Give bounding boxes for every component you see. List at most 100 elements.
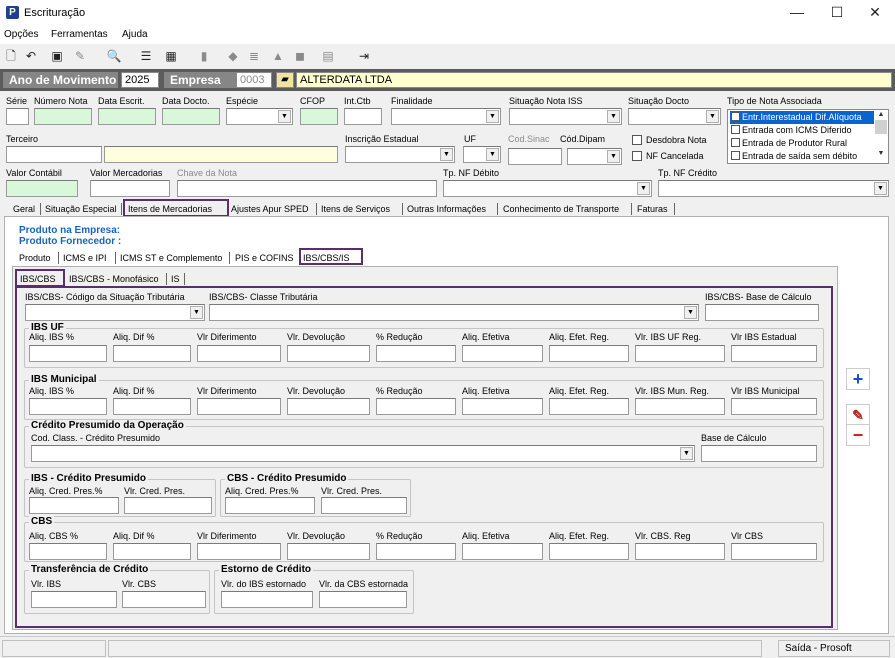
- cbs-field[interactable]: [113, 543, 191, 560]
- chave-field[interactable]: [177, 180, 437, 197]
- ibs-uf-field[interactable]: [635, 345, 725, 362]
- cbs-cred-field[interactable]: [321, 497, 407, 514]
- situacao-docto-select[interactable]: ▼: [628, 108, 721, 125]
- cart-icon[interactable]: ▲: [270, 48, 286, 64]
- subtab-pis-cofins[interactable]: PIS e COFINS: [235, 252, 294, 264]
- ibs-mun-field[interactable]: [197, 398, 281, 415]
- inscricao-select[interactable]: ▼: [345, 146, 455, 163]
- cbs-field[interactable]: [549, 543, 629, 560]
- checkbox[interactable]: [731, 125, 740, 135]
- tipo-nota-listbox[interactable]: Entr.Interestadual Dif.Alíquota Entrada …: [727, 109, 889, 164]
- innertab-monofasico[interactable]: IBS/CBS - Monofásico: [69, 273, 159, 285]
- data-docto-field[interactable]: [162, 108, 220, 125]
- nf-cancelada-checkbox[interactable]: [632, 151, 642, 161]
- ibs-mun-field[interactable]: [376, 398, 456, 415]
- ibs-mun-field[interactable]: [287, 398, 370, 415]
- ibs-uf-field[interactable]: [197, 345, 281, 362]
- menu-opcoes[interactable]: Opções: [4, 29, 38, 40]
- cod-sinac-field[interactable]: [508, 148, 562, 165]
- especie-select[interactable]: ▼: [226, 108, 293, 125]
- ibs-mun-field[interactable]: [731, 398, 817, 415]
- ibs-cred-field[interactable]: [124, 497, 212, 514]
- credito-base-field[interactable]: [701, 445, 817, 462]
- scrollbar[interactable]: ▲ ▼: [875, 111, 887, 162]
- new-doc-icon[interactable]: 🗋: [4, 48, 18, 64]
- classe-select[interactable]: ▼: [209, 304, 699, 321]
- tab-itens-servicos[interactable]: Itens de Serviços: [321, 203, 390, 215]
- preview-icon[interactable]: 🔍: [106, 48, 122, 64]
- list-item[interactable]: Entrada de Produtor Rural: [731, 137, 847, 150]
- menu-ferramentas[interactable]: Ferramentas: [51, 29, 108, 40]
- empresa-code-field[interactable]: 0003: [236, 72, 272, 88]
- calc-icon[interactable]: ▦: [163, 48, 179, 64]
- ibs-uf-field[interactable]: [29, 345, 107, 362]
- cub-icon[interactable]: ◼: [292, 48, 308, 64]
- estorno-field[interactable]: [221, 591, 313, 608]
- cbs-cred-field[interactable]: [225, 497, 315, 514]
- subtab-produto[interactable]: Produto: [19, 252, 51, 264]
- base-calculo-field[interactable]: [705, 304, 819, 321]
- numero-nota-field[interactable]: [34, 108, 92, 125]
- list-item[interactable]: Entr.Interestadual Dif.Alíquota: [730, 111, 874, 124]
- sheet-icon[interactable]: ▤: [320, 48, 336, 64]
- tab-faturas[interactable]: Faturas: [637, 203, 668, 215]
- ibs-mun-field[interactable]: [635, 398, 725, 415]
- save-icon[interactable]: ▣: [50, 48, 64, 64]
- cbs-field[interactable]: [287, 543, 370, 560]
- exit-icon[interactable]: ⇥: [356, 48, 372, 64]
- checkbox[interactable]: [731, 112, 740, 122]
- minimize-button[interactable]: —: [780, 2, 814, 22]
- tab-geral[interactable]: Geral: [13, 203, 35, 215]
- tp-debito-select[interactable]: ▼: [443, 180, 652, 197]
- maximize-button[interactable]: ☐: [820, 2, 854, 22]
- innertab-is[interactable]: IS: [171, 273, 180, 285]
- undo-icon[interactable]: ↶: [24, 48, 38, 64]
- list-item[interactable]: Entrada de saída sem débito: [731, 150, 857, 163]
- terceiro-code-field[interactable]: [6, 146, 102, 163]
- cbs-field[interactable]: [197, 543, 281, 560]
- ibs-uf-field[interactable]: [287, 345, 370, 362]
- menu-ajuda[interactable]: Ajuda: [122, 29, 148, 40]
- subtab-icms-st[interactable]: ICMS ST e Complemento: [120, 252, 222, 264]
- int-ctb-field[interactable]: [344, 108, 382, 125]
- serie-field[interactable]: [6, 108, 29, 125]
- tab-ajustes-sped[interactable]: Ajustes Apur SPED: [231, 203, 309, 215]
- transf-field[interactable]: [31, 591, 117, 608]
- close-button[interactable]: ✕: [858, 2, 892, 22]
- ibs-cred-field[interactable]: [29, 497, 119, 514]
- folder-icon[interactable]: ▮: [196, 48, 212, 64]
- cbs-field[interactable]: [462, 543, 543, 560]
- cbs-field[interactable]: [29, 543, 107, 560]
- cbs-field[interactable]: [731, 543, 817, 560]
- cst-select[interactable]: ▼: [25, 304, 205, 321]
- ano-field[interactable]: 2025: [121, 72, 159, 88]
- cfop-field[interactable]: [300, 108, 338, 125]
- list-icon[interactable]: ☰: [138, 48, 154, 64]
- cod-class-select[interactable]: ▼: [31, 445, 695, 462]
- finalidade-select[interactable]: ▼: [391, 108, 501, 125]
- desdobra-checkbox[interactable]: [632, 135, 642, 145]
- uf-select[interactable]: ▼: [463, 146, 501, 163]
- tab-situacao-especial[interactable]: Situação Especial: [45, 203, 117, 215]
- edit-button[interactable]: ✎: [846, 404, 870, 426]
- ibs-mun-field[interactable]: [549, 398, 629, 415]
- tp-credito-select[interactable]: ▼: [658, 180, 889, 197]
- book-icon[interactable]: ≣: [246, 48, 262, 64]
- cbs-field[interactable]: [635, 543, 725, 560]
- valor-mercadorias-field[interactable]: [90, 180, 170, 197]
- cod-dipam-select[interactable]: ▼: [567, 148, 622, 165]
- tab-conhecimento-transporte[interactable]: Conhecimento de Transporte: [503, 203, 619, 215]
- ibs-uf-field[interactable]: [731, 345, 817, 362]
- data-escrit-field[interactable]: [98, 108, 156, 125]
- cbs-field[interactable]: [376, 543, 456, 560]
- ibs-uf-field[interactable]: [462, 345, 543, 362]
- ibs-mun-field[interactable]: [113, 398, 191, 415]
- valor-contabil-field[interactable]: [6, 180, 78, 197]
- subtab-icms-ipi[interactable]: ICMS e IPI: [63, 252, 107, 264]
- stamp-icon[interactable]: ◆: [225, 48, 241, 64]
- list-item[interactable]: Entrada com ICMS Diferido: [731, 124, 852, 137]
- transf-field[interactable]: [122, 591, 206, 608]
- add-button[interactable]: +: [846, 368, 870, 390]
- ibs-uf-field[interactable]: [113, 345, 191, 362]
- situacao-iss-select[interactable]: ▼: [509, 108, 622, 125]
